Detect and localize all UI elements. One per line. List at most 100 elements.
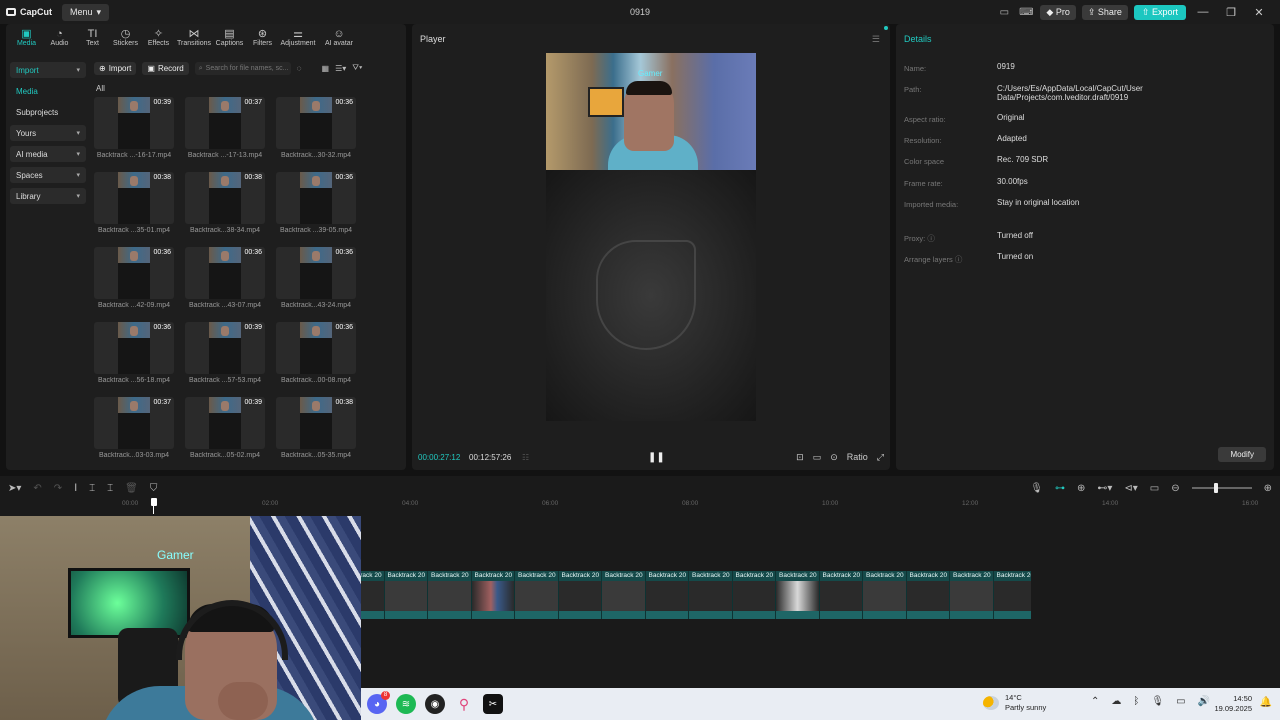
zoom-in-icon[interactable]: ⊕ <box>1264 483 1272 494</box>
timeline-clip[interactable]: Backtrack 20 <box>515 571 559 619</box>
layout-icon[interactable]: ▭ <box>996 5 1012 19</box>
clock[interactable]: 14:50 19.09.2025 <box>1214 694 1252 714</box>
zoom-slider[interactable] <box>1191 483 1252 493</box>
media-clip[interactable]: 00:36 Backtrack ...43-07.mp4 <box>185 247 265 321</box>
weather-widget[interactable]: 14°C Partly sunny <box>983 693 1046 713</box>
undo-icon[interactable]: ↶ <box>33 483 41 494</box>
clip-thumbnail[interactable]: 00:38 <box>276 397 356 449</box>
clip-thumbnail[interactable]: 00:36 <box>94 247 174 299</box>
select-tool-icon[interactable]: ➤▾ <box>8 483 21 494</box>
clip-thumbnail[interactable]: 00:37 <box>94 397 174 449</box>
search-input[interactable]: ⌕ Search for file names, sc... <box>194 61 291 75</box>
notification-icon[interactable]: 🔔 <box>1260 697 1272 708</box>
capcut-taskbar-icon[interactable]: ✂ <box>483 694 503 714</box>
media-clip[interactable]: 00:39 Backtrack ...57-53.mp4 <box>185 322 265 396</box>
record-button[interactable]: ▣ Record <box>142 61 189 75</box>
pause-button[interactable]: ❚❚ <box>648 452 665 463</box>
timeline-clip[interactable]: Backtrack 20 <box>558 571 602 619</box>
display-icon[interactable]: ▭ <box>1176 696 1185 707</box>
microphone-icon[interactable]: 🎙 <box>1151 696 1164 707</box>
timeline-clip[interactable]: Backtrack 20 <box>689 571 733 619</box>
zoom-slider-knob[interactable] <box>1213 483 1218 493</box>
filter-icon[interactable]: ⛛▾ <box>352 63 362 73</box>
sidebar-item-spaces[interactable]: Spaces ▾ <box>10 167 86 183</box>
ratio-button[interactable]: Ratio <box>847 452 868 463</box>
bluetooth-icon[interactable]: ᛒ <box>1133 696 1139 707</box>
sidebar-item-subprojects[interactable]: Subprojects <box>10 104 86 120</box>
grid-view-icon[interactable]: ▦ <box>322 64 330 73</box>
sidebar-item-media[interactable]: Media <box>10 83 86 99</box>
sort-icon[interactable]: ☰▾ <box>335 64 346 73</box>
timeline-clip[interactable]: Backtrack 20 <box>950 571 994 619</box>
delete-icon[interactable]: 🗑 <box>125 483 138 494</box>
media-clip[interactable]: 00:39 Backtrack...05-02.mp4 <box>185 397 265 471</box>
refresh-icon[interactable]: ◌ <box>297 64 302 73</box>
clip-thumbnail[interactable]: 00:38 <box>185 172 265 224</box>
import-button[interactable]: ⊕ Import <box>94 61 137 75</box>
close-button[interactable]: ✕ <box>1248 6 1270 19</box>
tab-stickers[interactable]: ◷ Stickers <box>109 28 142 52</box>
discord-icon[interactable]: ◕ 8 <box>367 691 390 714</box>
tab-ai-avatar[interactable]: ☺ AI avatar <box>317 28 361 52</box>
maximize-button[interactable]: ❐ <box>1220 6 1242 19</box>
share-button[interactable]: ⇪ Share <box>1081 4 1128 20</box>
preview-axis-icon[interactable]: ⊲▾ <box>1124 483 1137 494</box>
tab-transitions[interactable]: ⋈ Transitions <box>175 28 213 52</box>
playhead-handle[interactable] <box>151 498 157 506</box>
media-clip[interactable]: 00:38 Backtrack...05-35.mp4 <box>276 397 356 471</box>
media-clip[interactable]: 00:36 Backtrack...43-24.mp4 <box>276 247 356 321</box>
media-clip[interactable]: 00:36 Backtrack ...42-09.mp4 <box>94 247 174 321</box>
timeline-clip[interactable]: Backtrack 20 <box>993 571 1031 619</box>
media-clip[interactable]: 00:37 Backtrack...03-03.mp4 <box>94 397 174 471</box>
shield-icon[interactable]: ⛉ <box>150 483 158 494</box>
timeline-clip[interactable]: Backtrack 20 <box>732 571 776 619</box>
sidebar-item-yours[interactable]: Yours ▾ <box>10 125 86 141</box>
timeline-clip[interactable]: Backtrack 20 <box>645 571 689 619</box>
pro-button[interactable]: ◆ Pro <box>1040 4 1076 20</box>
caption-icon[interactable]: ▭ <box>1150 483 1159 494</box>
clip-thumbnail[interactable]: 00:39 <box>185 397 265 449</box>
spotify-icon[interactable]: ≋ <box>396 694 416 714</box>
obs-icon[interactable]: ◉ <box>425 694 445 714</box>
timeline-clip[interactable]: Backtrack 20 <box>602 571 646 619</box>
linkage-icon[interactable]: ⊷▾ <box>1097 483 1112 494</box>
timeline-clip[interactable]: Backtrack 20 <box>906 571 950 619</box>
chevron-up-icon[interactable]: ⌃ <box>1091 696 1099 707</box>
fit-icon[interactable]: ⊙ <box>830 452 838 463</box>
timeline-clip[interactable]: Backtrack 20 <box>428 571 472 619</box>
keyboard-icon[interactable]: ⌨ <box>1018 5 1034 19</box>
clip-thumbnail[interactable]: 00:36 <box>276 97 356 149</box>
sidebar-item-library[interactable]: Library ▾ <box>10 188 86 204</box>
media-clip[interactable]: 00:36 Backtrack ...56-18.mp4 <box>94 322 174 396</box>
redo-icon[interactable]: ↷ <box>54 483 62 494</box>
clip-thumbnail[interactable]: 00:38 <box>94 172 174 224</box>
timeline-clip[interactable]: Backtrack 20 <box>361 571 385 619</box>
crop-icon[interactable]: ⊡ <box>796 452 804 463</box>
split-icon[interactable]: Ⅰ <box>74 483 77 494</box>
volume-icon[interactable]: 🔊 <box>1198 696 1210 707</box>
timeline-clip[interactable]: Backtrack 20 <box>819 571 863 619</box>
tab-effects[interactable]: ✧ Effects <box>142 28 175 52</box>
cloud-icon[interactable]: ☁ <box>1111 696 1121 707</box>
microphone-icon[interactable]: 🎙 <box>1030 483 1043 494</box>
timeline-clip[interactable]: Backtrack 20 <box>776 571 820 619</box>
clip-thumbnail[interactable]: 00:39 <box>94 97 174 149</box>
clip-thumbnail[interactable]: 00:36 <box>276 247 356 299</box>
sidebar-item-import[interactable]: Import ▾ <box>10 62 86 78</box>
clip-thumbnail[interactable]: 00:36 <box>276 322 356 374</box>
media-clip[interactable]: 00:37 Backtrack ...-17-13.mp4 <box>185 97 265 171</box>
media-clip[interactable]: 00:39 Backtrack ...-16-17.mp4 <box>94 97 174 171</box>
clip-thumbnail[interactable]: 00:36 <box>276 172 356 224</box>
media-clip[interactable]: 00:36 Backtrack...30-32.mp4 <box>276 97 356 171</box>
player-menu-icon[interactable]: ☰ <box>872 34 880 45</box>
main-video-track[interactable]: Backtrack 20 Backtrack 20 Backtrack 20 Back… <box>361 571 1031 619</box>
tab-media[interactable]: ▣ Media <box>10 28 43 52</box>
menu-button[interactable]: Menu ▾ <box>62 3 110 21</box>
video-preview[interactable]: Gamer <box>546 53 756 421</box>
clip-thumbnail[interactable]: 00:36 <box>94 322 174 374</box>
timeline-clip[interactable]: Backtrack 20 <box>384 571 428 619</box>
timeline-scale-icon[interactable]: ☷ <box>522 453 529 462</box>
modify-button[interactable]: Modify <box>1218 447 1266 462</box>
maps-icon[interactable]: ⚲ <box>454 694 474 714</box>
sidebar-item-ai-media[interactable]: AI media ▾ <box>10 146 86 162</box>
